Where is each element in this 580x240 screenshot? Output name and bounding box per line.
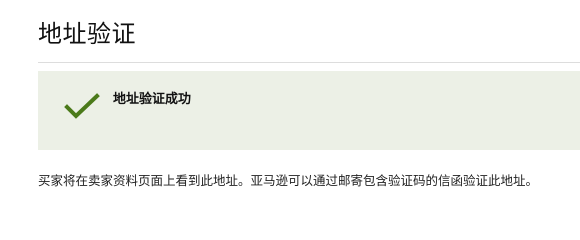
title-divider [38, 62, 580, 63]
checkmark-icon [64, 93, 100, 121]
success-banner: 地址验证成功 [38, 71, 580, 150]
page-title: 地址验证 [38, 20, 136, 48]
address-verification-page: 地址验证 地址验证成功 买家将在卖家资料页面上看到此地址。亚马逊可以通过邮寄包含… [0, 0, 580, 203]
success-message: 地址验证成功 [113, 92, 192, 107]
address-info-text: 买家将在卖家资料页面上看到此地址。亚马逊可以通过邮寄包含验证码的信函验证此地址。 [38, 173, 539, 188]
